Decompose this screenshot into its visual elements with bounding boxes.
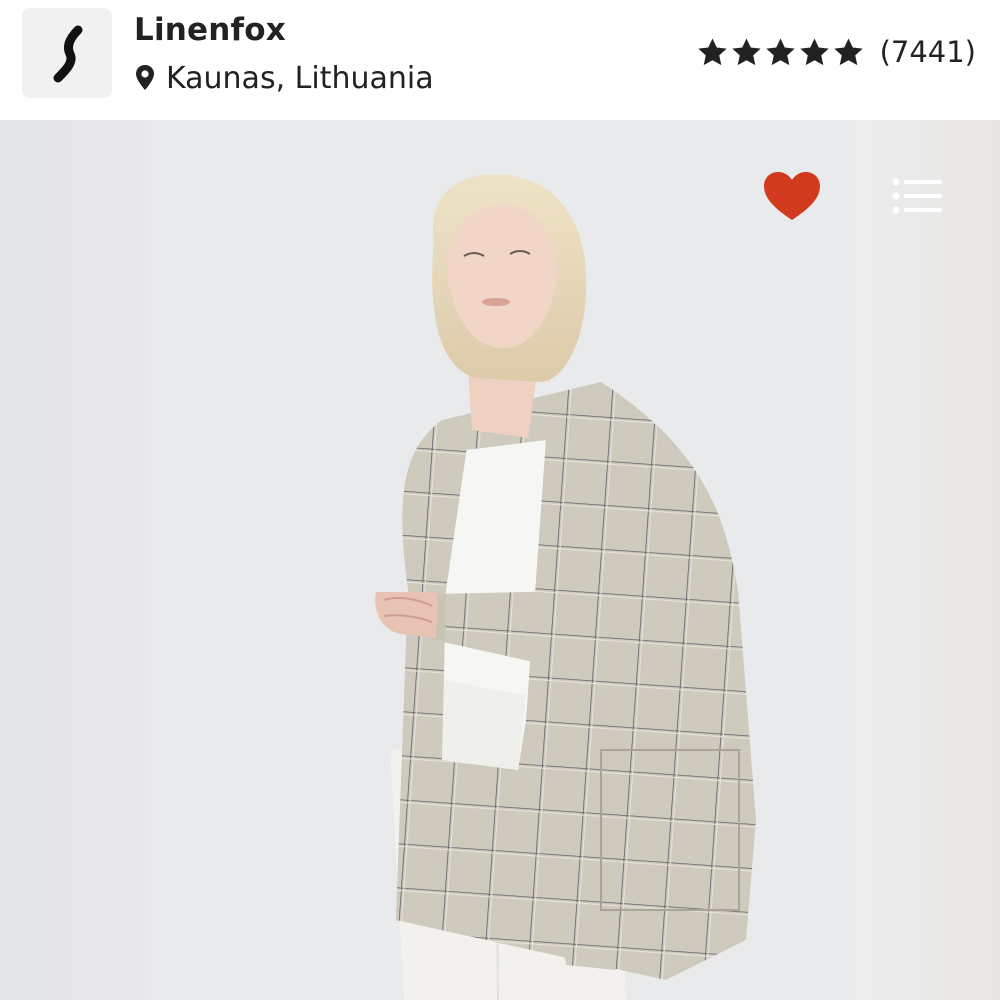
- shop-rating[interactable]: (7441): [696, 30, 976, 74]
- star-icon: [764, 36, 797, 69]
- favorite-button[interactable]: [760, 168, 824, 226]
- review-count[interactable]: (7441): [880, 35, 976, 69]
- star-icon: [696, 36, 729, 69]
- star-icon: [798, 36, 831, 69]
- shop-header: Linenfox Kaunas, Lithuania (7441): [0, 0, 1000, 120]
- product-image-gallery[interactable]: [0, 120, 1000, 1000]
- star-icon: [832, 36, 865, 69]
- location-pin-icon: [134, 63, 156, 93]
- list-icon: [892, 178, 942, 214]
- collection-list-button[interactable]: [888, 174, 946, 224]
- next-image-peek[interactable]: [854, 120, 1000, 1000]
- star-rating: [696, 36, 866, 69]
- woman-in-checked-linen-jacket-icon: [375, 174, 756, 1000]
- star-icon: [730, 36, 763, 69]
- shop-location: Kaunas, Lithuania: [134, 58, 434, 98]
- previous-image-peek[interactable]: [0, 120, 146, 1000]
- heart-icon: [764, 172, 820, 220]
- product-photo[interactable]: [146, 120, 854, 1000]
- location-text: Kaunas, Lithuania: [166, 60, 434, 96]
- wave-stroke-icon: [53, 25, 83, 83]
- shop-name[interactable]: Linenfox: [134, 12, 286, 48]
- shop-logo[interactable]: [22, 8, 112, 98]
